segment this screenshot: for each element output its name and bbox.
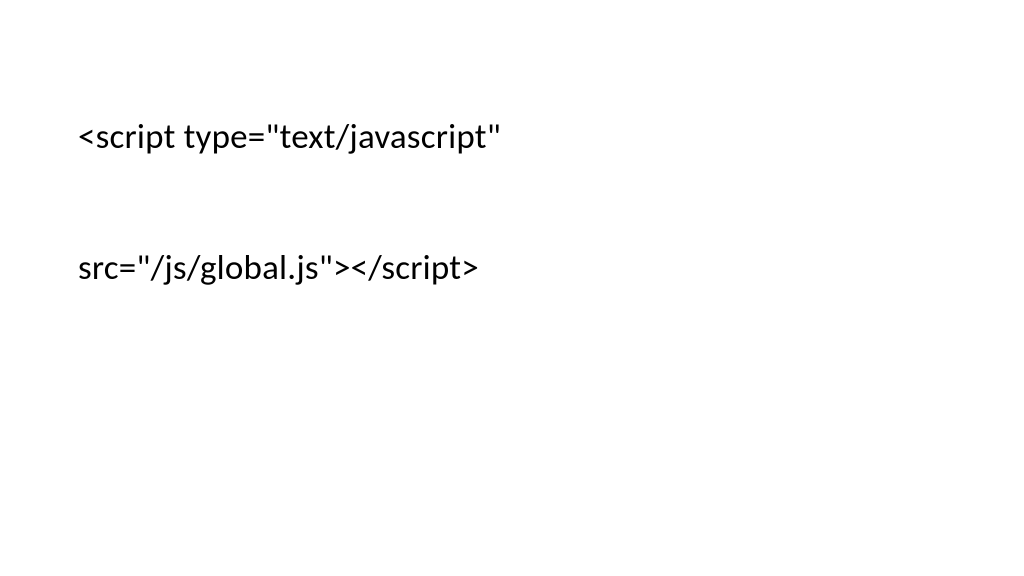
code-line-2: src="/js/global.js"></script> xyxy=(78,247,946,291)
code-line-1: <script type="text/javascript" xyxy=(78,116,946,160)
code-snippet: <script type="text/javascript" src="/js/… xyxy=(78,28,946,334)
